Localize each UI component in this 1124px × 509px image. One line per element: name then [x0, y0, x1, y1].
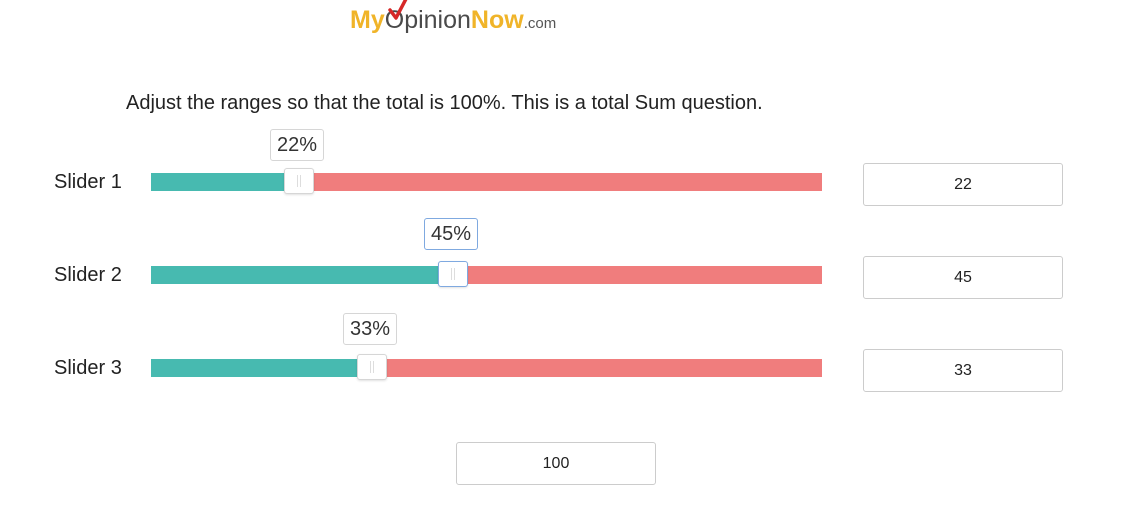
slider-1-value-input[interactable]: [863, 163, 1063, 206]
grip-icon: [451, 268, 455, 280]
slider-3-tooltip: 33%: [343, 313, 397, 345]
grip-icon: [370, 361, 374, 373]
slider-row-1: 22% Slider 1: [0, 127, 1124, 206]
slider-2-fill: [151, 266, 453, 284]
slider-3-label: Slider 3: [54, 357, 122, 379]
checkmark-icon: [387, 0, 408, 20]
slider-1-label: Slider 1: [54, 171, 122, 193]
logo-o-with-check: O: [385, 0, 408, 35]
slider-3-handle[interactable]: [357, 354, 387, 380]
slider-row-2: 45% Slider 2: [0, 218, 1124, 299]
slider-2-handle[interactable]: [438, 261, 468, 287]
logo-text-my: My: [350, 6, 385, 34]
survey-page: MyO pinionNow.com Adjust the ranges so th…: [0, 0, 1124, 509]
myopinionnow-logo: MyO pinionNow.com: [350, 0, 557, 40]
slider-2-label: Slider 2: [54, 264, 122, 286]
logo-text-now: Now: [470, 6, 524, 34]
slider-3-value-input[interactable]: [863, 349, 1063, 392]
slider-2-value-input[interactable]: [863, 256, 1063, 299]
slider-3-track[interactable]: [151, 354, 822, 380]
logo-text-pinion: pinion: [404, 6, 471, 34]
slider-row-3: 33% Slider 3: [0, 313, 1124, 392]
slider-1-fill: [151, 173, 299, 191]
grip-icon: [297, 175, 301, 187]
logo-text-com: .com: [523, 15, 557, 32]
slider-2-track[interactable]: [151, 261, 822, 287]
slider-1-handle[interactable]: [284, 168, 314, 194]
slider-2-tooltip: 45%: [424, 218, 478, 250]
slider-1-tooltip: 22%: [270, 129, 324, 161]
question-text: Adjust the ranges so that the total is 1…: [126, 92, 763, 114]
slider-1-track[interactable]: [151, 168, 822, 194]
slider-3-fill: [151, 359, 372, 377]
total-sum-input[interactable]: [456, 442, 656, 485]
